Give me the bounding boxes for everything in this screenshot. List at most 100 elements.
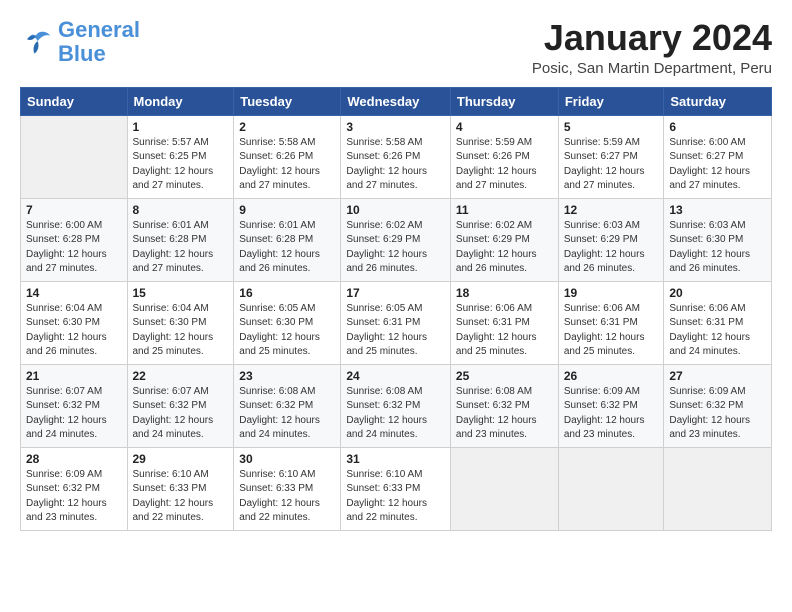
logo-bird-icon — [20, 28, 52, 56]
day-info: Sunrise: 6:00 AM Sunset: 6:27 PM Dayligh… — [669, 136, 766, 194]
calendar-cell — [664, 447, 772, 530]
calendar-cell: 28 Sunrise: 6:09 AM Sunset: 6:32 PM Dayli… — [21, 447, 128, 530]
day-info: Sunrise: 6:06 AM Sunset: 6:31 PM Dayligh… — [669, 302, 766, 360]
calendar-header-day: Friday — [558, 87, 664, 115]
day-number: 23 — [239, 369, 335, 383]
day-number: 31 — [346, 452, 445, 466]
calendar-week-row: 1 Sunrise: 5:57 AM Sunset: 6:25 PM Daylig… — [21, 115, 772, 198]
title-block: January 2024 Posic, San Martin Departmen… — [532, 18, 772, 77]
logo: General Blue — [20, 18, 140, 66]
calendar-table: SundayMondayTuesdayWednesdayThursdayFrid… — [20, 87, 772, 531]
day-info: Sunrise: 6:02 AM Sunset: 6:29 PM Dayligh… — [346, 219, 445, 277]
logo-line2: Blue — [58, 41, 106, 66]
day-number: 2 — [239, 120, 335, 134]
calendar-week-row: 21 Sunrise: 6:07 AM Sunset: 6:32 PM Dayli… — [21, 364, 772, 447]
calendar-cell: 10 Sunrise: 6:02 AM Sunset: 6:29 PM Dayli… — [341, 198, 451, 281]
calendar-cell: 9 Sunrise: 6:01 AM Sunset: 6:28 PM Daylig… — [234, 198, 341, 281]
calendar-cell: 24 Sunrise: 6:08 AM Sunset: 6:32 PM Dayli… — [341, 364, 451, 447]
calendar-cell: 14 Sunrise: 6:04 AM Sunset: 6:30 PM Dayli… — [21, 281, 128, 364]
day-number: 10 — [346, 203, 445, 217]
day-info: Sunrise: 6:10 AM Sunset: 6:33 PM Dayligh… — [239, 468, 335, 526]
calendar-cell: 13 Sunrise: 6:03 AM Sunset: 6:30 PM Dayli… — [664, 198, 772, 281]
day-info: Sunrise: 6:04 AM Sunset: 6:30 PM Dayligh… — [133, 302, 229, 360]
day-number: 25 — [456, 369, 553, 383]
day-number: 3 — [346, 120, 445, 134]
calendar-week-row: 28 Sunrise: 6:09 AM Sunset: 6:32 PM Dayli… — [21, 447, 772, 530]
day-info: Sunrise: 6:05 AM Sunset: 6:31 PM Dayligh… — [346, 302, 445, 360]
calendar-week-row: 14 Sunrise: 6:04 AM Sunset: 6:30 PM Dayli… — [21, 281, 772, 364]
day-number: 24 — [346, 369, 445, 383]
calendar-cell: 7 Sunrise: 6:00 AM Sunset: 6:28 PM Daylig… — [21, 198, 128, 281]
day-number: 4 — [456, 120, 553, 134]
calendar-cell: 31Sunrise: 6:10 AM Sunset: 6:33 PM Dayli… — [341, 447, 451, 530]
calendar-cell: 4Sunrise: 5:59 AM Sunset: 6:26 PM Daylig… — [450, 115, 558, 198]
day-number: 13 — [669, 203, 766, 217]
day-info: Sunrise: 5:57 AM Sunset: 6:25 PM Dayligh… — [133, 136, 229, 194]
calendar-cell: 20 Sunrise: 6:06 AM Sunset: 6:31 PM Dayli… — [664, 281, 772, 364]
day-info: Sunrise: 6:03 AM Sunset: 6:30 PM Dayligh… — [669, 219, 766, 277]
calendar-cell: 19Sunrise: 6:06 AM Sunset: 6:31 PM Dayli… — [558, 281, 664, 364]
day-number: 12 — [564, 203, 659, 217]
day-info: Sunrise: 6:09 AM Sunset: 6:32 PM Dayligh… — [669, 385, 766, 443]
calendar-cell: 12 Sunrise: 6:03 AM Sunset: 6:29 PM Dayli… — [558, 198, 664, 281]
day-number: 14 — [26, 286, 122, 300]
calendar-cell: 16 Sunrise: 6:05 AM Sunset: 6:30 PM Dayli… — [234, 281, 341, 364]
day-number: 8 — [133, 203, 229, 217]
calendar-cell: 25 Sunrise: 6:08 AM Sunset: 6:32 PM Dayli… — [450, 364, 558, 447]
calendar-header-day: Thursday — [450, 87, 558, 115]
calendar-header-row: SundayMondayTuesdayWednesdayThursdayFrid… — [21, 87, 772, 115]
day-number: 19 — [564, 286, 659, 300]
calendar-cell: 5Sunrise: 5:59 AM Sunset: 6:27 PM Daylig… — [558, 115, 664, 198]
calendar-cell: 15 Sunrise: 6:04 AM Sunset: 6:30 PM Dayli… — [127, 281, 234, 364]
day-number: 11 — [456, 203, 553, 217]
day-number: 28 — [26, 452, 122, 466]
day-info: Sunrise: 6:10 AM Sunset: 6:33 PM Dayligh… — [133, 468, 229, 526]
day-info: Sunrise: 5:58 AM Sunset: 6:26 PM Dayligh… — [239, 136, 335, 194]
calendar-cell: 1 Sunrise: 5:57 AM Sunset: 6:25 PM Daylig… — [127, 115, 234, 198]
day-number: 26 — [564, 369, 659, 383]
day-number: 15 — [133, 286, 229, 300]
day-number: 16 — [239, 286, 335, 300]
calendar-header-day: Monday — [127, 87, 234, 115]
calendar-cell: 29 Sunrise: 6:10 AM Sunset: 6:33 PM Dayli… — [127, 447, 234, 530]
day-info: Sunrise: 6:04 AM Sunset: 6:30 PM Dayligh… — [26, 302, 122, 360]
subtitle: Posic, San Martin Department, Peru — [532, 60, 772, 77]
day-info: Sunrise: 6:03 AM Sunset: 6:29 PM Dayligh… — [564, 219, 659, 277]
calendar-cell: 2 Sunrise: 5:58 AM Sunset: 6:26 PM Daylig… — [234, 115, 341, 198]
calendar-cell: 27 Sunrise: 6:09 AM Sunset: 6:32 PM Dayli… — [664, 364, 772, 447]
day-info: Sunrise: 6:08 AM Sunset: 6:32 PM Dayligh… — [456, 385, 553, 443]
calendar-header-day: Tuesday — [234, 87, 341, 115]
calendar-header-day: Wednesday — [341, 87, 451, 115]
day-number: 5 — [564, 120, 659, 134]
day-number: 30 — [239, 452, 335, 466]
day-number: 17 — [346, 286, 445, 300]
day-number: 7 — [26, 203, 122, 217]
header-row: General Blue January 2024 Posic, San Mar… — [20, 18, 772, 77]
day-info: Sunrise: 6:08 AM Sunset: 6:32 PM Dayligh… — [346, 385, 445, 443]
day-number: 9 — [239, 203, 335, 217]
day-info: Sunrise: 6:07 AM Sunset: 6:32 PM Dayligh… — [26, 385, 122, 443]
day-number: 1 — [133, 120, 229, 134]
day-number: 21 — [26, 369, 122, 383]
calendar-cell — [450, 447, 558, 530]
day-info: Sunrise: 6:01 AM Sunset: 6:28 PM Dayligh… — [239, 219, 335, 277]
calendar-cell: 26 Sunrise: 6:09 AM Sunset: 6:32 PM Dayli… — [558, 364, 664, 447]
calendar-cell: 8Sunrise: 6:01 AM Sunset: 6:28 PM Daylig… — [127, 198, 234, 281]
day-info: Sunrise: 6:05 AM Sunset: 6:30 PM Dayligh… — [239, 302, 335, 360]
main-title: January 2024 — [532, 18, 772, 58]
calendar-header-day: Saturday — [664, 87, 772, 115]
day-info: Sunrise: 6:07 AM Sunset: 6:32 PM Dayligh… — [133, 385, 229, 443]
calendar-cell — [558, 447, 664, 530]
day-info: Sunrise: 5:58 AM Sunset: 6:26 PM Dayligh… — [346, 136, 445, 194]
calendar-cell: 11 Sunrise: 6:02 AM Sunset: 6:29 PM Dayli… — [450, 198, 558, 281]
day-number: 27 — [669, 369, 766, 383]
day-info: Sunrise: 6:00 AM Sunset: 6:28 PM Dayligh… — [26, 219, 122, 277]
day-info: Sunrise: 6:09 AM Sunset: 6:32 PM Dayligh… — [564, 385, 659, 443]
day-info: Sunrise: 6:02 AM Sunset: 6:29 PM Dayligh… — [456, 219, 553, 277]
calendar-cell: 6Sunrise: 6:00 AM Sunset: 6:27 PM Daylig… — [664, 115, 772, 198]
calendar-cell: 22Sunrise: 6:07 AM Sunset: 6:32 PM Dayli… — [127, 364, 234, 447]
day-number: 20 — [669, 286, 766, 300]
day-info: Sunrise: 6:09 AM Sunset: 6:32 PM Dayligh… — [26, 468, 122, 526]
calendar-cell — [21, 115, 128, 198]
day-number: 29 — [133, 452, 229, 466]
